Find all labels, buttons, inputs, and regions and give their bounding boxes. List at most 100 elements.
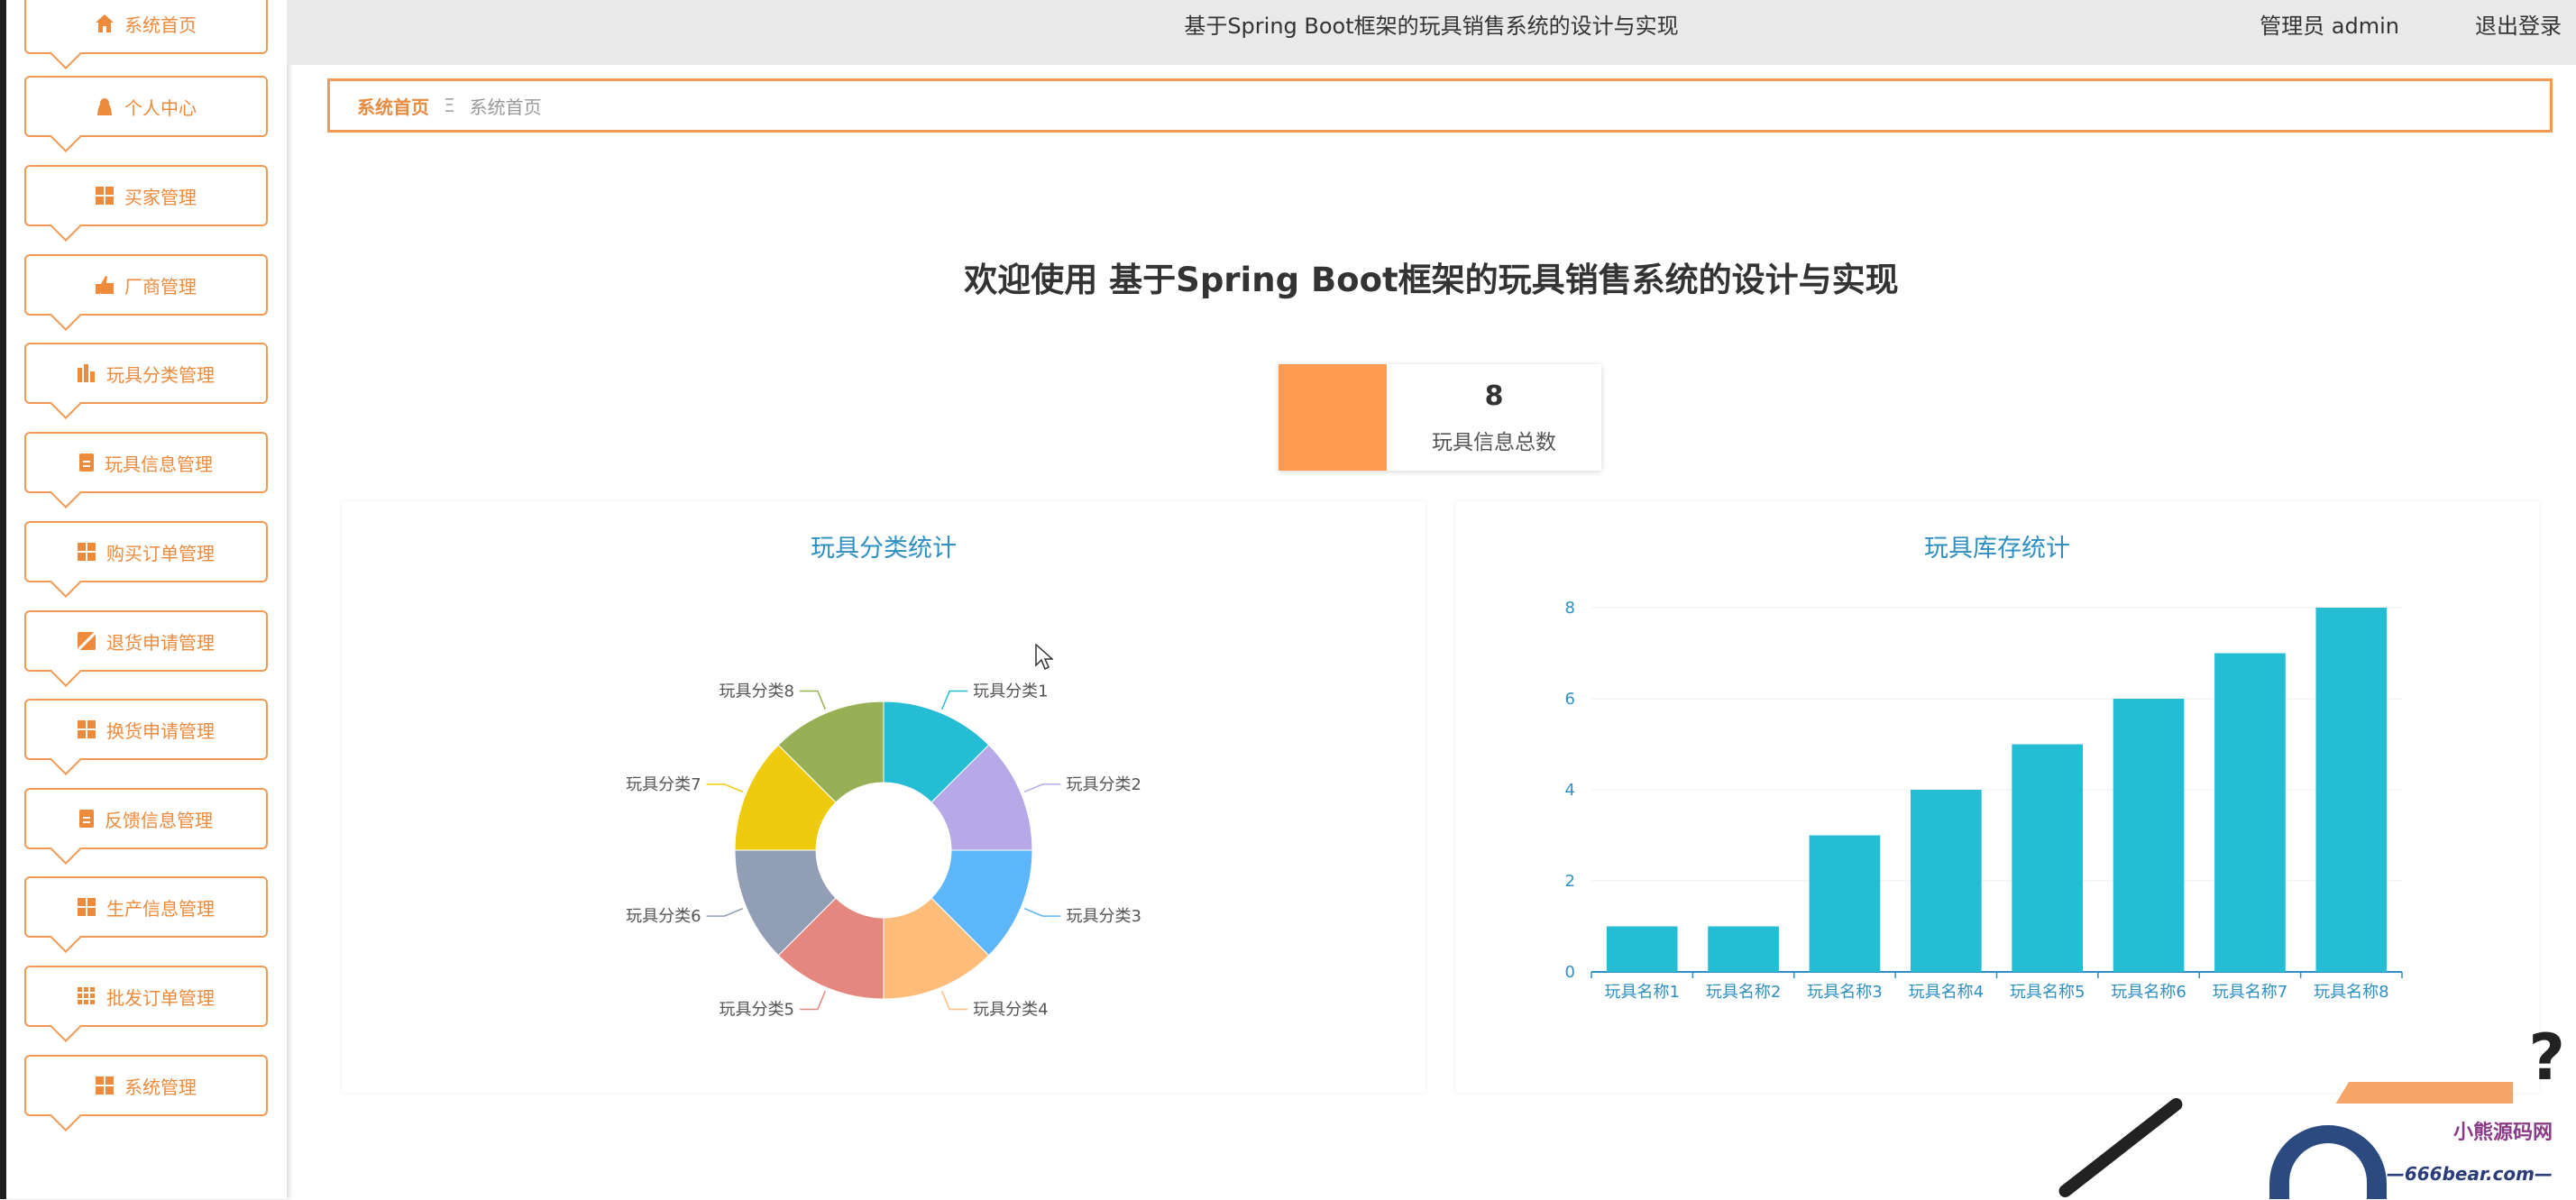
bar[interactable] [1911, 790, 1982, 972]
stat-card: 8 玩具信息总数 [1279, 364, 1601, 471]
sidebar-item-label: 厂商管理 [124, 272, 197, 298]
sidebar-item-toy-info[interactable]: 玩具信息管理 [24, 432, 268, 493]
sidebar-item-label: 退货申请管理 [106, 628, 215, 655]
grid-icon [96, 1076, 114, 1095]
window-edge [0, 0, 6, 1199]
donut-slice-label: 玩具分类4 [973, 1000, 1048, 1019]
bar[interactable] [2214, 654, 2286, 973]
sidebar-item-label: 批发订单管理 [106, 984, 215, 1010]
inventory-bar-chart: 0 2 4 6 8 玩具名称1 玩具名称2 玩具名称3 玩具名称4 玩具名称5 玩具名称6 玩具名称7… [1455, 501, 2539, 1093]
bar[interactable] [2012, 745, 2083, 973]
y-tick-label: 4 [1565, 781, 1575, 800]
donut-slice-label: 玩具分类6 [626, 907, 701, 926]
sidebar-item-label: 玩具分类管理 [106, 361, 215, 387]
sidebar-item-label: 系统管理 [124, 1073, 197, 1099]
stat-card-swatch [1279, 364, 1387, 471]
x-tick-label: 玩具名称7 [2213, 983, 2287, 1002]
sidebar-item-label: 玩具信息管理 [105, 450, 213, 476]
clipboard-icon [79, 810, 94, 828]
bar[interactable] [2315, 608, 2387, 972]
grid-icon [78, 543, 96, 561]
donut-slice-label: 玩具分类1 [973, 682, 1048, 701]
y-tick-label: 2 [1565, 872, 1575, 891]
donut-slice-label: 玩具分类8 [719, 682, 793, 701]
thumb-icon [96, 276, 114, 294]
breadcrumb: 系统首页 Ξ 系统首页 [327, 78, 2553, 133]
sidebar-item-profile[interactable]: 个人中心 [24, 76, 268, 137]
sidebar-item-returns[interactable]: 退货申请管理 [24, 610, 268, 672]
welcome-heading: 欢迎使用 基于Spring Boot框架的玩具销售系统的设计与实现 [287, 252, 2576, 301]
sidebar-item-label: 生产信息管理 [106, 894, 215, 921]
bar[interactable] [2113, 699, 2185, 972]
sidebar-item-label: 换货申请管理 [106, 717, 215, 743]
watermark-decoration [2057, 1095, 2186, 1200]
donut-slice-label: 玩具分类5 [719, 1000, 793, 1019]
y-tick-label: 6 [1565, 690, 1575, 709]
donut-label-line [800, 991, 825, 1009]
sidebar-item-label: 系统首页 [124, 11, 197, 37]
x-tick-label: 玩具名称3 [1807, 983, 1882, 1002]
bar[interactable] [1708, 927, 1779, 973]
breadcrumb-current: 系统首页 [470, 93, 542, 119]
sidebar-item-production[interactable]: 生产信息管理 [24, 876, 268, 938]
inventory-chart-panel: 玩具库存统计 02468玩具名称1玩具名称2玩具名称3玩具名称4玩具名称5玩具名… [1455, 501, 2539, 1093]
y-tick-label: 0 [1565, 963, 1575, 982]
bar[interactable] [1810, 836, 1881, 973]
stat-label: 玩具信息总数 [1432, 425, 1556, 455]
clipboard-icon [79, 453, 94, 472]
sidebar-item-feedback[interactable]: 反馈信息管理 [24, 788, 268, 849]
sidebar: 系统首页 个人中心 买家管理 厂商管理 玩具分类管理 玩具信息管理 购买订单管理… [6, 0, 287, 1199]
x-tick-label: 玩具名称6 [2111, 983, 2186, 1002]
x-tick-label: 玩具名称1 [1604, 983, 1679, 1002]
sidebar-item-home[interactable]: 系统首页 [24, 0, 268, 54]
grid9-icon [78, 987, 96, 1005]
sidebar-item-label: 个人中心 [124, 94, 197, 120]
grid-icon [78, 898, 96, 916]
home-icon [96, 14, 114, 32]
breadcrumb-separator: Ξ [444, 95, 455, 116]
donut-slice-label: 玩具分类2 [1066, 775, 1141, 794]
watermark-title: 小熊源码网 [2453, 1116, 2553, 1145]
donut-label-line [800, 692, 825, 710]
sidebar-item-exchanges[interactable]: 换货申请管理 [24, 699, 268, 760]
sidebar-item-label: 购买订单管理 [106, 539, 215, 565]
sidebar-item-label: 反馈信息管理 [105, 806, 213, 832]
donut-label-line [707, 784, 743, 792]
y-tick-label: 8 [1565, 599, 1575, 618]
donut-label-line [1024, 909, 1060, 916]
chart-icon [78, 632, 96, 650]
watermark-url: —666bear.com— [2387, 1163, 2553, 1185]
watermark-glyph: ? [2528, 1021, 2565, 1095]
donut-label-line [707, 909, 743, 916]
donut-label-line [942, 991, 967, 1009]
grid-icon [96, 187, 114, 205]
sidebar-item-toy-categories[interactable]: 玩具分类管理 [24, 343, 268, 404]
bars-icon [78, 364, 96, 382]
stat-value: 8 [1485, 380, 1504, 412]
sidebar-item-label: 买家管理 [124, 183, 197, 209]
bar[interactable] [1607, 927, 1678, 973]
mouse-cursor-icon [1035, 644, 1053, 671]
sidebar-item-vendors[interactable]: 厂商管理 [24, 254, 268, 316]
user-info: 管理员 admin [2260, 0, 2399, 52]
category-donut-chart: 玩具分类1 玩具分类2 玩具分类3 玩具分类4 玩具分类5 玩具分类6 玩具分类7 玩具分类8 [342, 501, 1426, 1093]
sidebar-item-buyers[interactable]: 买家管理 [24, 165, 268, 226]
sidebar-item-purchase-orders[interactable]: 购买订单管理 [24, 521, 268, 582]
donut-label-line [942, 692, 967, 710]
breadcrumb-home[interactable]: 系统首页 [357, 93, 429, 119]
x-tick-label: 玩具名称2 [1706, 983, 1781, 1002]
app-title: 基于Spring Boot框架的玩具销售系统的设计与实现 [287, 0, 2576, 52]
donut-slice-label: 玩具分类3 [1066, 907, 1141, 926]
logout-link[interactable]: 退出登录 [2475, 0, 2562, 52]
category-chart-panel: 玩具分类统计 玩具分类1玩具分类2玩具分类3玩具分类4玩具分类5玩具分类6玩具分… [342, 501, 1426, 1093]
top-header: 基于Spring Boot框架的玩具销售系统的设计与实现 管理员 admin 退… [287, 0, 2576, 65]
grid-icon [78, 720, 96, 738]
sidebar-item-system[interactable]: 系统管理 [24, 1055, 268, 1116]
x-tick-label: 玩具名称5 [2010, 983, 2085, 1002]
x-tick-label: 玩具名称8 [2314, 983, 2388, 1002]
x-tick-label: 玩具名称4 [1909, 983, 1984, 1002]
sidebar-item-wholesale[interactable]: 批发订单管理 [24, 966, 268, 1027]
donut-label-line [1024, 784, 1060, 792]
donut-slice-label: 玩具分类7 [626, 775, 701, 794]
user-icon [96, 97, 114, 115]
